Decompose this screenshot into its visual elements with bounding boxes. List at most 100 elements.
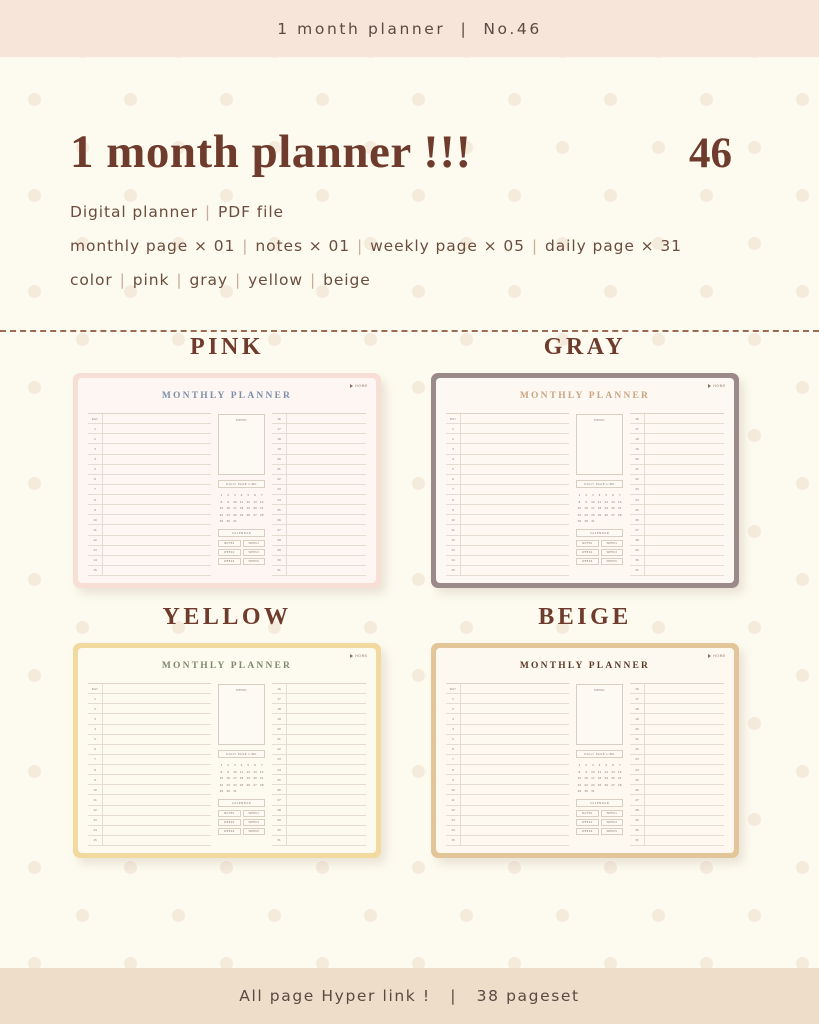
mini-calendar-day[interactable]: 17 [589, 506, 596, 510]
page-link-button[interactable]: WEEK4 [576, 828, 599, 835]
mini-calendar-day[interactable]: 3 [589, 493, 596, 497]
page-link-button[interactable]: WEEK3 [242, 549, 266, 556]
day-entry-line[interactable] [461, 745, 569, 754]
mini-calendar-day[interactable]: 1 [576, 763, 583, 767]
mini-calendar-day[interactable]: 17 [231, 506, 238, 510]
memo-box[interactable]: MEMO [218, 414, 266, 475]
mini-calendar-day[interactable]: 1 [218, 763, 225, 767]
day-entry-line[interactable] [287, 765, 366, 774]
day-entry-line[interactable] [103, 515, 211, 524]
day-entry-line[interactable] [287, 806, 366, 815]
page-link-button[interactable]: WEEK5 [242, 828, 266, 835]
mini-calendar-day[interactable]: 31 [231, 519, 238, 523]
mini-calendar-day[interactable]: 8 [218, 770, 225, 774]
planner-preview-card[interactable]: HOME MONTHLY PLANNER DAY 1 2 3 4 5 6 7 8 9 10 11 12 13 1… [73, 373, 381, 588]
day-entry-line[interactable] [645, 566, 724, 575]
mini-calendar-day[interactable]: 10 [589, 500, 596, 504]
mini-calendar-day[interactable]: 30 [225, 519, 232, 523]
page-link-button[interactable]: WEEK3 [600, 549, 624, 556]
mini-calendar-day[interactable]: 15 [576, 506, 583, 510]
calendar-button[interactable]: CALENDAR [218, 529, 266, 537]
day-entry-line[interactable] [103, 525, 211, 534]
mini-calendar-day[interactable]: 11 [596, 500, 603, 504]
day-entry-line[interactable] [461, 826, 569, 835]
memo-box[interactable]: MEMO [576, 414, 624, 475]
day-entry-line[interactable] [287, 525, 366, 534]
mini-calendar-day[interactable]: 2 [225, 763, 232, 767]
calendar-button[interactable]: CALENDAR [576, 799, 624, 807]
day-entry-line[interactable] [645, 775, 724, 784]
day-entry-line[interactable] [287, 566, 366, 575]
day-entry-line[interactable] [461, 785, 569, 794]
page-link-button[interactable]: WEEK2 [576, 819, 599, 826]
day-entry-line[interactable] [461, 434, 569, 443]
day-entry-line[interactable] [103, 714, 211, 723]
page-link-button[interactable]: WEEK1 [242, 810, 266, 817]
day-entry-line[interactable] [461, 455, 569, 464]
day-entry-line[interactable] [103, 704, 211, 713]
day-entry-line[interactable] [461, 765, 569, 774]
mini-calendar-day[interactable]: 10 [231, 770, 238, 774]
day-entry-line[interactable] [461, 475, 569, 484]
day-entry-line[interactable] [645, 714, 724, 723]
mini-calendar-day[interactable]: 18 [596, 776, 603, 780]
day-entry-line[interactable] [287, 434, 366, 443]
day-entry-line[interactable] [103, 725, 211, 734]
day-entry-line[interactable] [645, 806, 724, 815]
day-entry-line[interactable] [287, 826, 366, 835]
day-entry-line[interactable] [461, 515, 569, 524]
mini-calendar-day[interactable]: 25 [596, 513, 603, 517]
mini-calendar-day[interactable]: 10 [231, 500, 238, 504]
day-entry-line[interactable] [645, 795, 724, 804]
mini-calendar-day[interactable]: 15 [576, 776, 583, 780]
mini-calendar-day[interactable]: 10 [589, 770, 596, 774]
mini-calendar-day[interactable]: 14 [258, 770, 265, 774]
daily-page-link-button[interactable]: DAILY PAGE LINK [218, 750, 266, 758]
day-entry-line[interactable] [461, 414, 569, 423]
day-entry-line[interactable] [287, 465, 366, 474]
day-entry-line[interactable] [103, 495, 211, 504]
day-entry-line[interactable] [103, 566, 211, 575]
mini-calendar-day[interactable]: 13 [610, 500, 617, 504]
page-link-button[interactable]: NOTES [218, 810, 241, 817]
mini-calendar-day[interactable]: 14 [616, 770, 623, 774]
day-entry-line[interactable] [103, 735, 211, 744]
day-entry-line[interactable] [645, 525, 724, 534]
day-entry-line[interactable] [461, 536, 569, 545]
mini-calendar-day[interactable]: 27 [252, 513, 259, 517]
mini-calendar-day[interactable]: 15 [218, 776, 225, 780]
day-entry-line[interactable] [645, 536, 724, 545]
mini-calendar-day[interactable]: 31 [589, 519, 596, 523]
day-entry-line[interactable] [103, 836, 211, 845]
mini-calendar-day[interactable]: 30 [583, 519, 590, 523]
day-entry-line[interactable] [461, 725, 569, 734]
mini-calendar-day[interactable]: 4 [596, 493, 603, 497]
day-entry-line[interactable] [103, 795, 211, 804]
day-entry-line[interactable] [103, 765, 211, 774]
day-entry-line[interactable] [287, 785, 366, 794]
page-link-button[interactable]: WEEK5 [242, 558, 266, 565]
mini-calendar-day[interactable]: 3 [231, 493, 238, 497]
day-entry-line[interactable] [461, 684, 569, 693]
mini-calendar-day[interactable]: 9 [225, 500, 232, 504]
mini-calendar-day[interactable]: 8 [576, 500, 583, 504]
mini-calendar-day[interactable]: 7 [616, 763, 623, 767]
day-entry-line[interactable] [645, 725, 724, 734]
day-entry-line[interactable] [645, 495, 724, 504]
mini-calendar-day[interactable]: 23 [583, 513, 590, 517]
day-entry-line[interactable] [287, 505, 366, 514]
page-link-button[interactable]: WEEK3 [600, 819, 624, 826]
page-link-button[interactable]: WEEK5 [600, 558, 624, 565]
page-link-button[interactable]: WEEK2 [218, 819, 241, 826]
mini-calendar-day[interactable]: 29 [218, 519, 225, 523]
day-entry-line[interactable] [287, 735, 366, 744]
day-entry-line[interactable] [645, 475, 724, 484]
planner-preview-card[interactable]: HOME MONTHLY PLANNER DAY 1 2 3 4 5 6 7 8 9 10 11 12 13 1… [73, 643, 381, 858]
day-entry-line[interactable] [461, 546, 569, 555]
day-entry-line[interactable] [461, 714, 569, 723]
mini-calendar-day[interactable]: 21 [616, 506, 623, 510]
mini-calendar-day[interactable]: 24 [589, 513, 596, 517]
mini-calendar-day[interactable]: 26 [603, 783, 610, 787]
mini-calendar-day[interactable]: 20 [252, 506, 259, 510]
mini-calendar-day[interactable]: 3 [231, 763, 238, 767]
